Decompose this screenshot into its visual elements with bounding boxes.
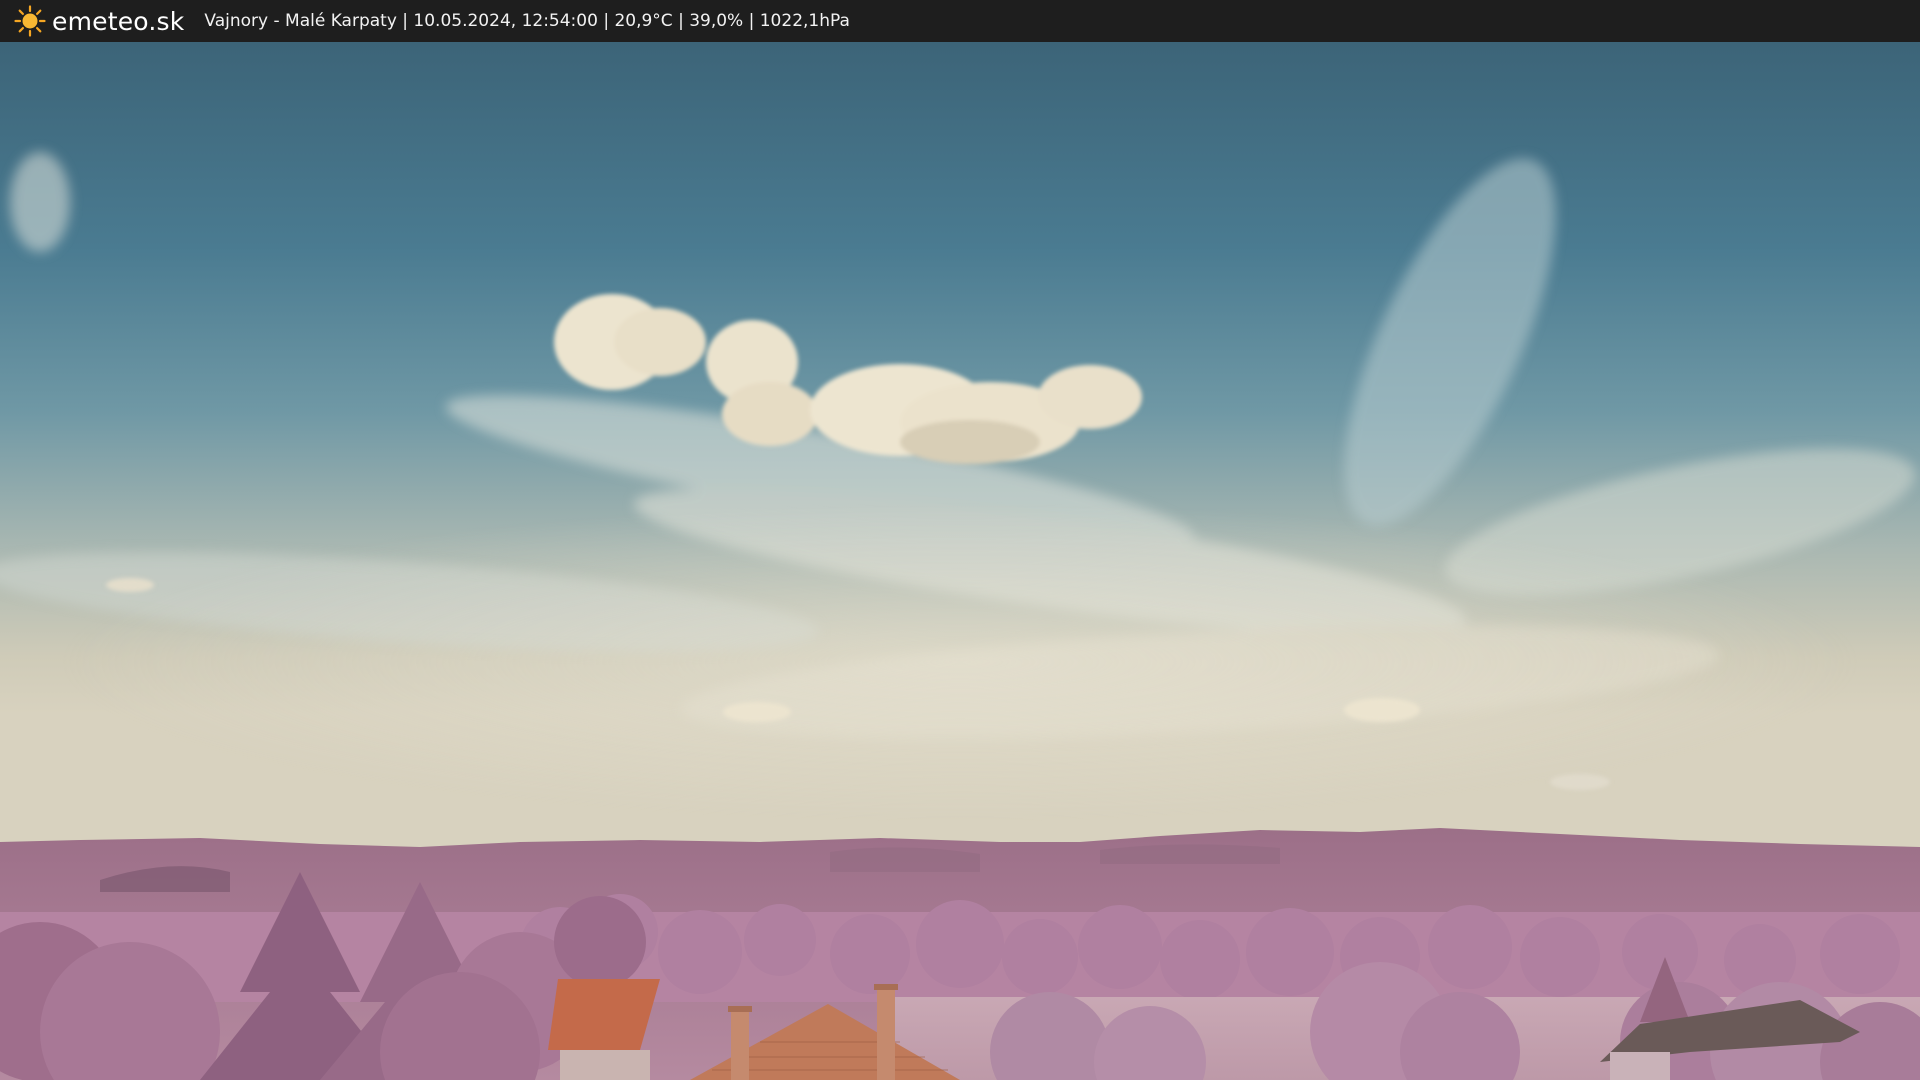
webcam-scene (0, 42, 1920, 1080)
site-logo[interactable]: emeteo.sk (14, 0, 184, 42)
top-bar: emeteo.sk Vajnory - Malé Karpaty | 10.05… (0, 0, 1920, 42)
brand-name[interactable]: emeteo.sk (52, 7, 184, 36)
webcam-image (0, 42, 1920, 1080)
station-info: Vajnory - Malé Karpaty | 10.05.2024, 12:… (204, 11, 850, 31)
sun-icon (14, 5, 46, 37)
